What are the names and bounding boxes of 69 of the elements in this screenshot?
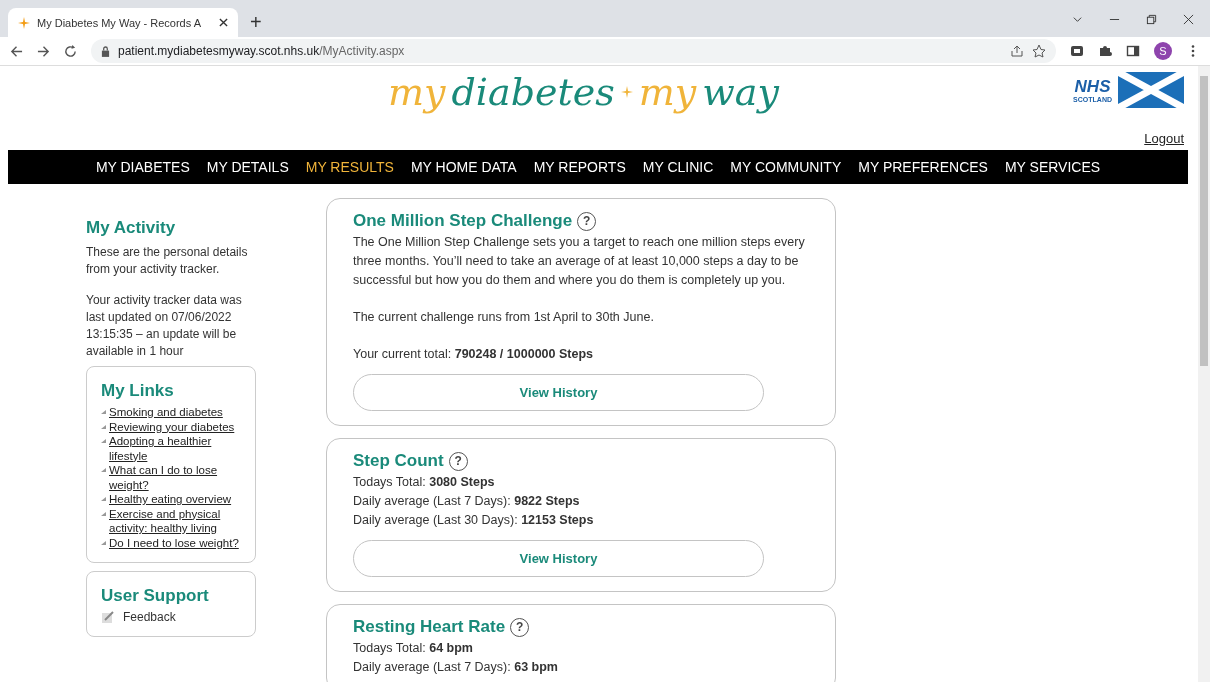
card-paragraph: The One Million Step Challenge sets you a target to reach one million steps every three months. You’ll need to take an average of at least 10,000 steps a day to be successful but how you do them and where you do them is completely up you. (353, 234, 806, 289)
nav-item[interactable]: MY COMMUNITY (730, 159, 842, 175)
nav-item[interactable]: MY RESULTS (305, 159, 394, 175)
sidebar-paragraph: Your activity tracker data was last updated on 07/06/2022 13:15:35 – an update will be available in 1 hour (86, 292, 243, 360)
reload-icon[interactable] (64, 44, 77, 58)
logout-link[interactable]: Logout (1144, 131, 1184, 146)
nav-item[interactable]: MY REPORTS (533, 159, 626, 175)
side-panel-icon[interactable] (1126, 44, 1140, 58)
panel-title: User Support (101, 586, 210, 606)
scrollbar-thumb[interactable] (1200, 76, 1208, 366)
logo-text: diabetes (451, 70, 615, 114)
restore-icon[interactable] (1146, 14, 1157, 25)
browser-tab[interactable]: My Diabetes My Way - Records A (8, 8, 238, 37)
panel-title: My Links (101, 381, 175, 401)
logo-text: way (702, 70, 779, 114)
card-paragraph: Your current total: 790248 / 1000000 Steps (353, 346, 594, 363)
card-title: One Million Step Challenge (353, 211, 573, 231)
star-icon (18, 16, 30, 29)
bullet-icon (101, 409, 107, 415)
view-history-button[interactable]: View History (353, 540, 764, 577)
stat-line: Todays Total: 3080 Steps (353, 474, 496, 491)
support-link[interactable]: Feedback (123, 610, 176, 624)
close-icon[interactable] (219, 18, 228, 27)
bullet-icon (101, 438, 107, 444)
sidebar-link[interactable]: Exercise and physical activity: healthy living (109, 506, 245, 536)
sidebar-link[interactable]: Healthy eating overview (109, 492, 232, 507)
nav-item[interactable]: MY DETAILS (206, 159, 289, 175)
profile-avatar[interactable]: S (1154, 42, 1172, 60)
logo-text: my (638, 70, 697, 114)
stat-line: Daily average (Last 7 Days): 63 bpm (353, 659, 559, 676)
stat-line: Daily average (Last 7 Days): 9822 Steps (353, 493, 581, 510)
back-arrow-icon[interactable] (10, 44, 23, 58)
forward-arrow-icon[interactable] (37, 44, 50, 58)
bullet-icon (101, 496, 107, 502)
bullet-icon (101, 467, 107, 473)
nav-item[interactable]: MY CLINIC (642, 159, 714, 175)
stat-line: Daily average (Last 30 Days): 12153 Steps (353, 512, 595, 529)
view-history-button[interactable]: View History (353, 374, 764, 411)
sidebar-link[interactable]: Do I need to lose weight? (109, 535, 239, 550)
pencil-icon (101, 610, 115, 624)
bookmark-star-icon[interactable] (1032, 44, 1046, 58)
card-title: Step Count (353, 451, 444, 471)
address-field[interactable]: patient.mydiabetesmyway.scot.nhs.uk/MyActivity.aspx (91, 39, 1056, 63)
nav-item[interactable]: MY HOME DATA (410, 159, 517, 175)
new-tab-button[interactable]: + (244, 11, 268, 34)
nav-item[interactable]: MY SERVICES (1004, 159, 1101, 175)
url-text: patient.mydiabetesmyway.scot.nhs.uk/MyActivity.aspx (118, 44, 405, 58)
bullet-icon (101, 423, 107, 430)
close-icon[interactable] (1183, 14, 1194, 25)
chevron-down-icon[interactable] (1072, 14, 1083, 25)
nav-item[interactable]: MY DIABETES (95, 159, 190, 175)
stat-line: Todays Total: 64 bpm (353, 640, 474, 657)
share-icon[interactable] (1010, 44, 1024, 58)
sidebar-paragraph: These are the personal details from your activity tracker. (86, 244, 249, 278)
tab-title: My Diabetes My Way - Records A (37, 16, 203, 29)
extension-icon[interactable] (1070, 44, 1084, 58)
card-title: Resting Heart Rate (353, 617, 506, 637)
card-paragraph: The current challenge runs from 1st April to 30th June. (353, 309, 655, 326)
sidebar-link[interactable]: Reviewing your diabetes (109, 419, 235, 434)
sidebar-link[interactable]: Smoking and diabetes (109, 405, 223, 420)
sidebar-link[interactable]: Adopting a healthier lifestyle (109, 434, 245, 463)
lock-icon (101, 45, 110, 57)
sidebar-link[interactable]: What can I do to lose weight? (109, 463, 245, 492)
saltire-flag-icon (1118, 72, 1184, 108)
sidebar-title: My Activity (86, 218, 177, 238)
bullet-icon (101, 510, 107, 517)
bullet-icon (101, 539, 107, 546)
logo-text: my (388, 70, 446, 114)
nav-item[interactable]: MY PREFERENCES (858, 159, 988, 175)
